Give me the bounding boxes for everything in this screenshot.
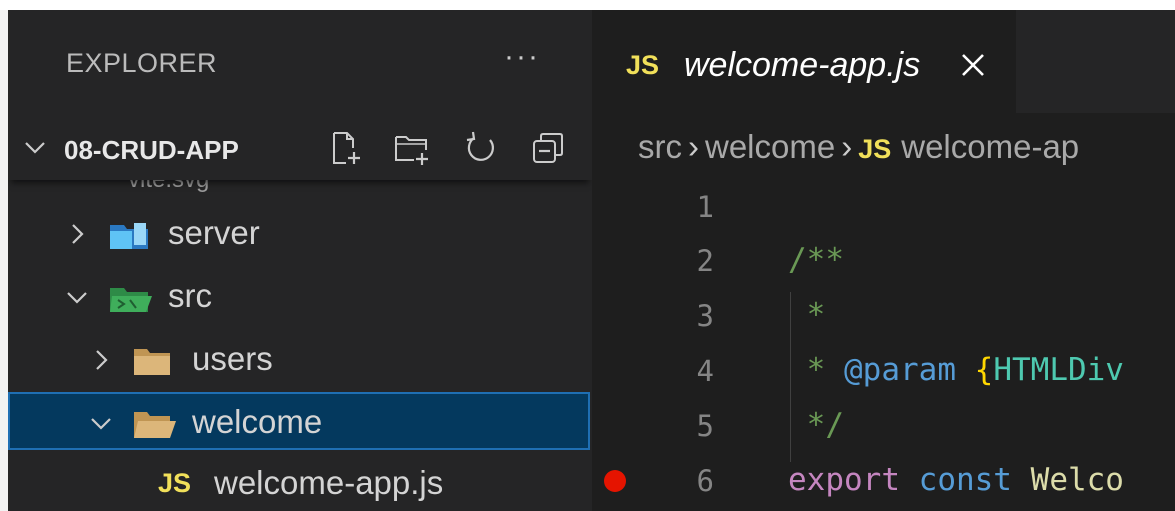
explorer-sidebar: EXPLORER ··· 08-CRUD-APP vite.svg bbox=[8, 10, 592, 511]
code-keyword: const bbox=[918, 462, 1012, 498]
js-file-icon: JS bbox=[858, 134, 892, 164]
src-folder-icon bbox=[110, 288, 152, 312]
refresh-icon[interactable] bbox=[460, 128, 500, 168]
folder-open-icon bbox=[134, 412, 176, 438]
line-number: 2 bbox=[696, 244, 714, 278]
line-number: 5 bbox=[696, 409, 714, 443]
tab-welcome-app-js[interactable]: JS welcome-app.js bbox=[592, 10, 1016, 113]
editor-pane: JS welcome-app.js src › welcome › JS welcome-… bbox=[592, 10, 1175, 511]
chevron-down-icon bbox=[25, 142, 45, 154]
window-top-edge bbox=[0, 0, 1175, 10]
project-section-header[interactable]: 08-CRUD-APP bbox=[8, 122, 592, 180]
new-file-icon[interactable] bbox=[326, 128, 366, 168]
code-comment: * bbox=[788, 352, 844, 388]
chevron-down-icon bbox=[91, 418, 111, 430]
chevron-down-icon bbox=[67, 292, 87, 304]
tree-item-label: src bbox=[168, 277, 212, 314]
explorer-header: EXPLORER ··· bbox=[8, 10, 592, 118]
tree-item-label: server bbox=[168, 214, 260, 251]
editor-tab-bar: JS welcome-app.js bbox=[592, 10, 1175, 113]
breadcrumb-item-file[interactable]: welcome-ap bbox=[901, 128, 1079, 165]
breadcrumb-item-welcome[interactable]: welcome bbox=[705, 128, 835, 165]
code-line-2[interactable]: /** bbox=[788, 242, 844, 278]
project-name: 08-CRUD-APP bbox=[64, 135, 239, 165]
code-line-6[interactable]: export const Welco bbox=[788, 462, 1124, 498]
tree-item-label: welcome-app.js bbox=[214, 464, 444, 501]
line-number: 1 bbox=[696, 190, 714, 224]
tree-item-server[interactable]: server bbox=[8, 205, 590, 263]
code-brace: { bbox=[974, 352, 994, 388]
code-keyword: export bbox=[788, 462, 900, 498]
code-line-3[interactable]: * bbox=[788, 297, 826, 333]
chevron-right-icon bbox=[72, 224, 84, 244]
breadcrumb-item-src[interactable]: src bbox=[638, 128, 682, 165]
breadcrumb-separator-icon: › bbox=[688, 128, 699, 165]
new-folder-icon[interactable] bbox=[392, 128, 432, 168]
tree-item-welcome[interactable]: welcome bbox=[8, 392, 590, 450]
tree-item-label: welcome bbox=[192, 403, 323, 440]
jsdoc-tag: @param bbox=[844, 352, 956, 388]
breadcrumb: src › welcome › JS welcome-ap bbox=[638, 128, 1079, 166]
collapse-all-icon[interactable] bbox=[528, 128, 568, 168]
more-actions-button[interactable]: ··· bbox=[504, 40, 540, 74]
tree-item-src[interactable]: src bbox=[8, 268, 590, 326]
line-number: 6 bbox=[696, 464, 714, 498]
line-number: 3 bbox=[696, 299, 714, 333]
tree-item-welcome-app-js[interactable]: JS welcome-app.js bbox=[8, 455, 590, 511]
code-line-5[interactable]: */ bbox=[788, 407, 844, 443]
tab-title: welcome-app.js bbox=[684, 46, 921, 84]
code-identifier: Welco bbox=[1030, 462, 1124, 498]
js-file-icon: JS bbox=[158, 468, 192, 498]
breadcrumb-separator-icon: › bbox=[841, 128, 853, 165]
code-comment: /** bbox=[788, 242, 844, 278]
code-line-4[interactable]: * @param {HTMLDiv bbox=[788, 352, 1124, 388]
breakpoint-icon[interactable] bbox=[604, 470, 626, 492]
line-number: 4 bbox=[696, 354, 714, 388]
chevron-right-icon bbox=[96, 350, 108, 370]
jsdoc-type: HTMLDiv bbox=[993, 352, 1124, 388]
server-folder-icon bbox=[110, 223, 148, 249]
tree-item-users[interactable]: users bbox=[8, 331, 590, 389]
tree-item-label: users bbox=[192, 340, 273, 377]
code-comment: */ bbox=[788, 407, 844, 443]
explorer-title: EXPLORER bbox=[66, 48, 218, 78]
window-left-edge bbox=[0, 10, 8, 511]
code-comment: * bbox=[788, 297, 826, 333]
folder-icon bbox=[134, 349, 170, 375]
js-file-icon: JS bbox=[626, 50, 660, 80]
close-icon[interactable] bbox=[958, 50, 988, 80]
